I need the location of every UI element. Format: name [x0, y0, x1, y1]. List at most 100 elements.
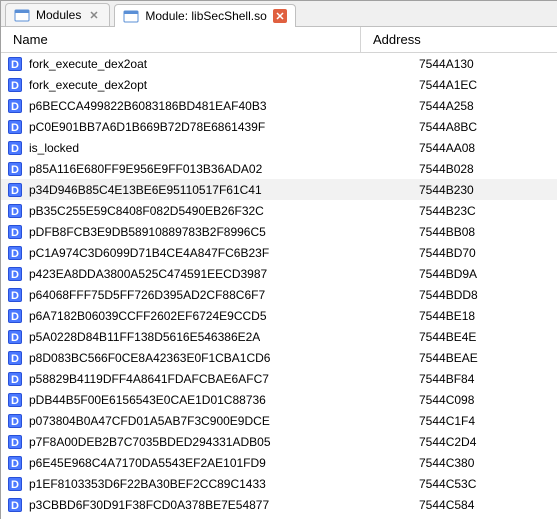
column-header-address[interactable]: Address [361, 27, 557, 52]
svg-text:D: D [11, 437, 19, 449]
table-row[interactable]: Dp64068FFF75D5FF726D395AD2CF88C6F77544BD… [1, 284, 557, 305]
svg-text:D: D [11, 353, 19, 365]
tab-modules[interactable]: Modules [5, 3, 110, 26]
symbol-name: pC1A974C3D6099D71B4CE4A847FC6B23F [29, 246, 269, 260]
data-symbol-icon: D [7, 140, 23, 156]
symbol-address: 7544C53C [361, 477, 557, 491]
svg-text:D: D [11, 395, 19, 407]
symbol-name: pDFB8FCB3E9DB58910889783B2F8996C5 [29, 225, 266, 239]
column-header-name[interactable]: Name [1, 27, 361, 52]
symbol-address: 7544BE18 [361, 309, 557, 323]
data-symbol-icon: D [7, 497, 23, 513]
symbol-name: is_locked [29, 141, 79, 155]
symbol-name: p7F8A00DEB2B7C7035BDED294331ADB05 [29, 435, 271, 449]
symbol-name: p423EA8DDA3800A525C474591EECD3987 [29, 267, 267, 281]
table-row[interactable]: Dfork_execute_dex2opt 7544A1EC [1, 74, 557, 95]
svg-text:D: D [11, 458, 19, 470]
tab-module-detail-label: Module: libSecShell.so [145, 9, 266, 23]
symbol-name: fork_execute_dex2oat [29, 57, 147, 71]
module-icon [123, 8, 139, 24]
symbol-name: p34D946B85C4E13BE6E95110517F61C41 [29, 183, 262, 197]
symbol-address: 7544B028 [361, 162, 557, 176]
symbol-address: 7544C584 [361, 498, 557, 512]
svg-text:D: D [11, 269, 19, 281]
table-row[interactable]: Dis_locked7544AA08 [1, 137, 557, 158]
symbol-name: p1EF8103353D6F22BA30BEF2CC89C1433 [29, 477, 266, 491]
table-row[interactable]: Dp423EA8DDA3800A525C474591EECD39877544BD… [1, 263, 557, 284]
data-symbol-icon: D [7, 434, 23, 450]
data-symbol-icon: D [7, 413, 23, 429]
data-symbol-icon: D [7, 245, 23, 261]
table-row[interactable]: Dp5A0228D84B11FF138D5616E546386E2A7544BE… [1, 326, 557, 347]
svg-text:D: D [11, 80, 19, 92]
data-symbol-icon: D [7, 455, 23, 471]
symbol-address: 7544B23C [361, 204, 557, 218]
table-row[interactable]: Dp073804B0A47CFD01A5AB7F3C900E9DCE 7544C1… [1, 410, 557, 431]
table-row[interactable]: Dp8D083BC566F0CE8A42363E0F1CBA1CD6 7544BE… [1, 347, 557, 368]
svg-text:D: D [11, 185, 19, 197]
symbol-address: 7544C1F4 [361, 414, 557, 428]
table-row[interactable]: Dp7F8A00DEB2B7C7035BDED294331ADB05 7544C2… [1, 431, 557, 452]
symbol-address: 7544BDD8 [361, 288, 557, 302]
table-row[interactable]: DpC0E901BB7A6D1B669B72D78E6861439F7544A8… [1, 116, 557, 137]
symbol-name: p8D083BC566F0CE8A42363E0F1CBA1CD6 [29, 351, 270, 365]
symbol-name: p85A116E680FF9E956E9FF013B36ADA02 [29, 162, 262, 176]
symbol-name: p073804B0A47CFD01A5AB7F3C900E9DCE [29, 414, 270, 428]
data-symbol-icon: D [7, 308, 23, 324]
column-header-address-label: Address [373, 32, 421, 47]
svg-text:D: D [11, 332, 19, 344]
symbol-name: fork_execute_dex2opt [29, 78, 147, 92]
symbol-address: 7544BF84 [361, 372, 557, 386]
tab-module-detail[interactable]: Module: libSecShell.so [114, 4, 295, 27]
svg-text:D: D [11, 101, 19, 113]
symbol-name: p3CBBD6F30D91F38FCD0A378BE7E54877 [29, 498, 269, 512]
symbol-address: 7544BB08 [361, 225, 557, 239]
data-symbol-icon: D [7, 161, 23, 177]
modules-icon [14, 7, 30, 23]
svg-text:D: D [11, 374, 19, 386]
table-row[interactable]: DpB35C255E59C8408F082D5490EB26F32C7544B2… [1, 200, 557, 221]
table-row[interactable]: Dp6E45E968C4A7170DA5543EF2AE101FD97544C3… [1, 452, 557, 473]
tab-bar: Modules Module: libSecShell.so [1, 1, 557, 27]
data-symbol-icon: D [7, 119, 23, 135]
symbol-address: 7544A130 [361, 57, 557, 71]
symbol-list: Dfork_execute_dex2oat7544A130Dfork_execu… [1, 53, 557, 519]
data-symbol-icon: D [7, 350, 23, 366]
svg-text:D: D [11, 500, 19, 512]
symbol-address: 7544B230 [361, 183, 557, 197]
data-symbol-icon: D [7, 266, 23, 282]
table-row[interactable]: Dp6A7182B06039CCFF2602EF6724E9CCD5 7544BE… [1, 305, 557, 326]
svg-text:D: D [11, 59, 19, 71]
table-row[interactable]: DpC1A974C3D6099D71B4CE4A847FC6B23F 7544BD… [1, 242, 557, 263]
table-row[interactable]: Dp6BECCA499822B6083186BD481EAF40B37544A2… [1, 95, 557, 116]
data-symbol-icon: D [7, 329, 23, 345]
symbol-address: 7544A1EC [361, 78, 557, 92]
data-symbol-icon: D [7, 476, 23, 492]
symbol-address: 7544BEAE [361, 351, 557, 365]
svg-text:D: D [11, 311, 19, 323]
table-row[interactable]: Dp3CBBD6F30D91F38FCD0A378BE7E54877 7544C5… [1, 494, 557, 515]
table-row[interactable]: Dp58829B4119DFF4A8641FDAFCBAE6AFC77544BF… [1, 368, 557, 389]
data-symbol-icon: D [7, 77, 23, 93]
table-row[interactable]: DpDFB8FCB3E9DB58910889783B2F8996C5 7544BB… [1, 221, 557, 242]
column-headers: Name Address [1, 27, 557, 53]
symbol-address: 7544BD70 [361, 246, 557, 260]
table-row[interactable]: Dp85A116E680FF9E956E9FF013B36ADA02 7544B0… [1, 158, 557, 179]
table-row[interactable]: Dp1EF8103353D6F22BA30BEF2CC89C1433 7544C5… [1, 473, 557, 494]
symbol-name: p5A0228D84B11FF138D5616E546386E2A [29, 330, 260, 344]
table-row[interactable]: Dfork_execute_dex2oat 7544A130 [1, 53, 557, 74]
data-symbol-icon: D [7, 392, 23, 408]
symbol-name: pB35C255E59C8408F082D5490EB26F32C [29, 204, 264, 218]
data-symbol-icon: D [7, 224, 23, 240]
symbol-name: pC0E901BB7A6D1B669B72D78E6861439F [29, 120, 265, 134]
data-symbol-icon: D [7, 287, 23, 303]
close-icon[interactable] [87, 8, 101, 22]
close-icon[interactable] [273, 9, 287, 23]
symbol-name: p6E45E968C4A7170DA5543EF2AE101FD9 [29, 456, 266, 470]
symbol-name: p6A7182B06039CCFF2602EF6724E9CCD5 [29, 309, 267, 323]
data-symbol-icon: D [7, 182, 23, 198]
table-row[interactable]: DpDB44B5F00E6156543E0CAE1D01C887367544C0… [1, 389, 557, 410]
svg-text:D: D [11, 479, 19, 491]
table-row[interactable]: Dp34D946B85C4E13BE6E95110517F61C41 7544B2… [1, 179, 557, 200]
symbol-address: 7544C2D4 [361, 435, 557, 449]
